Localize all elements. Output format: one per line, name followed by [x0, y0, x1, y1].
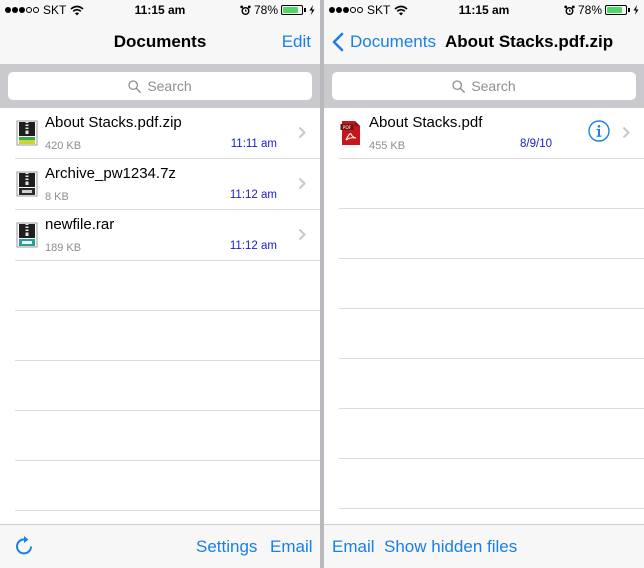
- chevron-right-icon: [298, 126, 306, 139]
- documents-screen: SKT 11:15 am 78% Documents Edit Search A…: [0, 0, 320, 568]
- file-row[interactable]: newfile.rar 189 KB 11:12 am: [15, 210, 320, 261]
- rar-archive-icon: [16, 222, 38, 248]
- battery-icon: [281, 5, 303, 15]
- empty-row: [339, 159, 644, 209]
- file-row[interactable]: PDF About Stacks.pdf 455 KB 8/9/10: [339, 108, 644, 159]
- charging-bolt-icon: [309, 5, 315, 15]
- file-name: newfile.rar: [45, 216, 115, 233]
- file-row[interactable]: Archive_pw1234.7z 8 KB 11:12 am: [15, 159, 320, 210]
- pdf-file-icon: PDF: [340, 121, 360, 145]
- chevron-right-icon: [298, 228, 306, 241]
- empty-row: [15, 311, 320, 361]
- chevron-left-icon: [332, 32, 344, 52]
- search-field[interactable]: Search: [332, 72, 636, 100]
- file-date: 11:11 am: [230, 138, 277, 150]
- empty-row: [15, 261, 320, 311]
- empty-row: [339, 309, 644, 359]
- empty-row: [339, 459, 644, 509]
- navigation-bar: Documents Edit: [0, 20, 320, 64]
- battery-percentage: 78%: [577, 3, 602, 17]
- empty-row: [339, 359, 644, 409]
- chevron-right-icon: [622, 126, 630, 139]
- empty-row: [15, 411, 320, 461]
- page-title: About Stacks.pdf.zip: [445, 32, 614, 51]
- empty-row: [15, 361, 320, 411]
- info-icon[interactable]: [588, 120, 610, 142]
- alarm-icon: [564, 5, 575, 15]
- email-button[interactable]: Email: [270, 537, 313, 557]
- empty-row: [15, 461, 320, 511]
- edit-button[interactable]: Edit: [282, 32, 311, 52]
- empty-row: [339, 259, 644, 309]
- page-title: Documents: [113, 32, 207, 51]
- search-field[interactable]: Search: [8, 72, 312, 100]
- email-button[interactable]: Email: [332, 537, 375, 557]
- back-button-label: Documents: [350, 32, 436, 51]
- archive-contents-screen: SKT 11:15 am 78% Documents About Stacks.…: [324, 0, 644, 568]
- alarm-icon: [240, 5, 251, 15]
- charging-bolt-icon: [633, 5, 639, 15]
- status-bar: SKT 11:15 am 78%: [324, 0, 644, 20]
- zip-archive-icon: [16, 120, 38, 146]
- navigation-bar: Documents About Stacks.pdf.zip: [324, 20, 644, 64]
- search-icon: [128, 79, 142, 93]
- search-bar: Search: [0, 64, 320, 108]
- file-list: PDF About Stacks.pdf 455 KB 8/9/10: [324, 108, 644, 559]
- search-bar: Search: [324, 64, 644, 108]
- settings-button[interactable]: Settings: [196, 537, 257, 557]
- search-icon: [452, 79, 466, 93]
- file-size: 455 KB: [369, 140, 406, 152]
- file-name: Archive_pw1234.7z: [45, 165, 176, 182]
- empty-row: [339, 209, 644, 259]
- file-size: 189 KB: [45, 242, 82, 254]
- file-size: 8 KB: [45, 191, 69, 203]
- battery-percentage: 78%: [253, 3, 278, 17]
- svg-text:PDF: PDF: [343, 125, 352, 131]
- file-date: 11:12 am: [229, 240, 277, 252]
- file-date: 11:12 am: [229, 189, 277, 201]
- 7z-archive-icon: [16, 171, 38, 197]
- file-list: About Stacks.pdf.zip 420 KB 11:11 am Arc…: [0, 108, 320, 561]
- refresh-icon[interactable]: [14, 535, 36, 557]
- chevron-right-icon: [298, 177, 306, 190]
- back-button[interactable]: Documents: [332, 32, 436, 52]
- file-row[interactable]: About Stacks.pdf.zip 420 KB 11:11 am: [15, 108, 320, 159]
- file-name: About Stacks.pdf.zip: [45, 114, 182, 131]
- show-hidden-files-button[interactable]: Show hidden files: [384, 537, 517, 557]
- file-name: About Stacks.pdf: [369, 114, 483, 131]
- status-bar: SKT 11:15 am 78%: [0, 0, 320, 20]
- empty-row: [339, 409, 644, 459]
- battery-icon: [605, 5, 627, 15]
- search-placeholder: Search: [471, 78, 516, 94]
- file-size: 420 KB: [45, 140, 82, 152]
- search-placeholder: Search: [147, 78, 192, 94]
- file-date: 8/9/10: [520, 138, 552, 150]
- bottom-toolbar: Email Show hidden files: [324, 524, 644, 568]
- bottom-toolbar: Settings Email: [0, 524, 320, 568]
